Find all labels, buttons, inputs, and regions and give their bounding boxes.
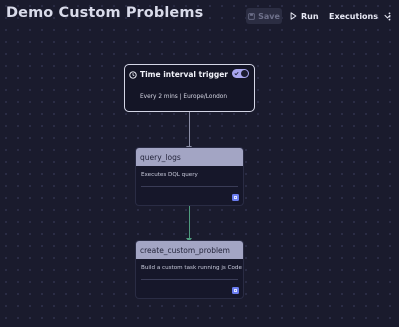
connector-query-to-create [189, 205, 190, 242]
task-type-icon [232, 194, 239, 201]
toggle-knob [241, 70, 248, 77]
save-button[interactable]: Save [246, 8, 282, 24]
more-vertical-icon [388, 11, 390, 21]
task-node-query-logs[interactable]: query_logs Executes DQL query [136, 148, 243, 205]
save-icon [248, 12, 255, 20]
divider [141, 186, 238, 187]
more-menu-button[interactable] [385, 8, 393, 24]
divider [141, 279, 238, 280]
executions-label: Executions [329, 11, 379, 21]
check-icon [234, 71, 239, 76]
connector-trigger-to-query [189, 112, 190, 150]
clock-icon [129, 70, 137, 79]
trigger-enabled-toggle[interactable] [232, 69, 249, 78]
trigger-header: Time interval trigger [129, 70, 228, 79]
task-name: create_custom_problem [136, 241, 243, 259]
run-button[interactable]: Run [290, 8, 319, 24]
executions-dropdown[interactable]: Executions [329, 8, 391, 24]
run-label: Run [301, 11, 319, 21]
trigger-node[interactable]: Time interval trigger Every 2 mins | Eur… [124, 64, 255, 112]
task-name: query_logs [136, 148, 243, 166]
task-description: Executes DQL query [141, 172, 198, 178]
save-label: Save [258, 11, 280, 21]
play-icon [290, 12, 297, 20]
page-title: Demo Custom Problems [6, 5, 204, 21]
trigger-schedule: Every 2 mins | Europe/London [140, 94, 228, 100]
task-description: Build a custom task running js Code [141, 265, 242, 271]
task-type-icon [232, 287, 239, 294]
task-node-create-custom-problem[interactable]: create_custom_problem Build a custom tas… [136, 241, 243, 298]
app-header: Demo Custom Problems Save Run Executions [0, 0, 399, 30]
trigger-title: Time interval trigger [140, 70, 228, 79]
